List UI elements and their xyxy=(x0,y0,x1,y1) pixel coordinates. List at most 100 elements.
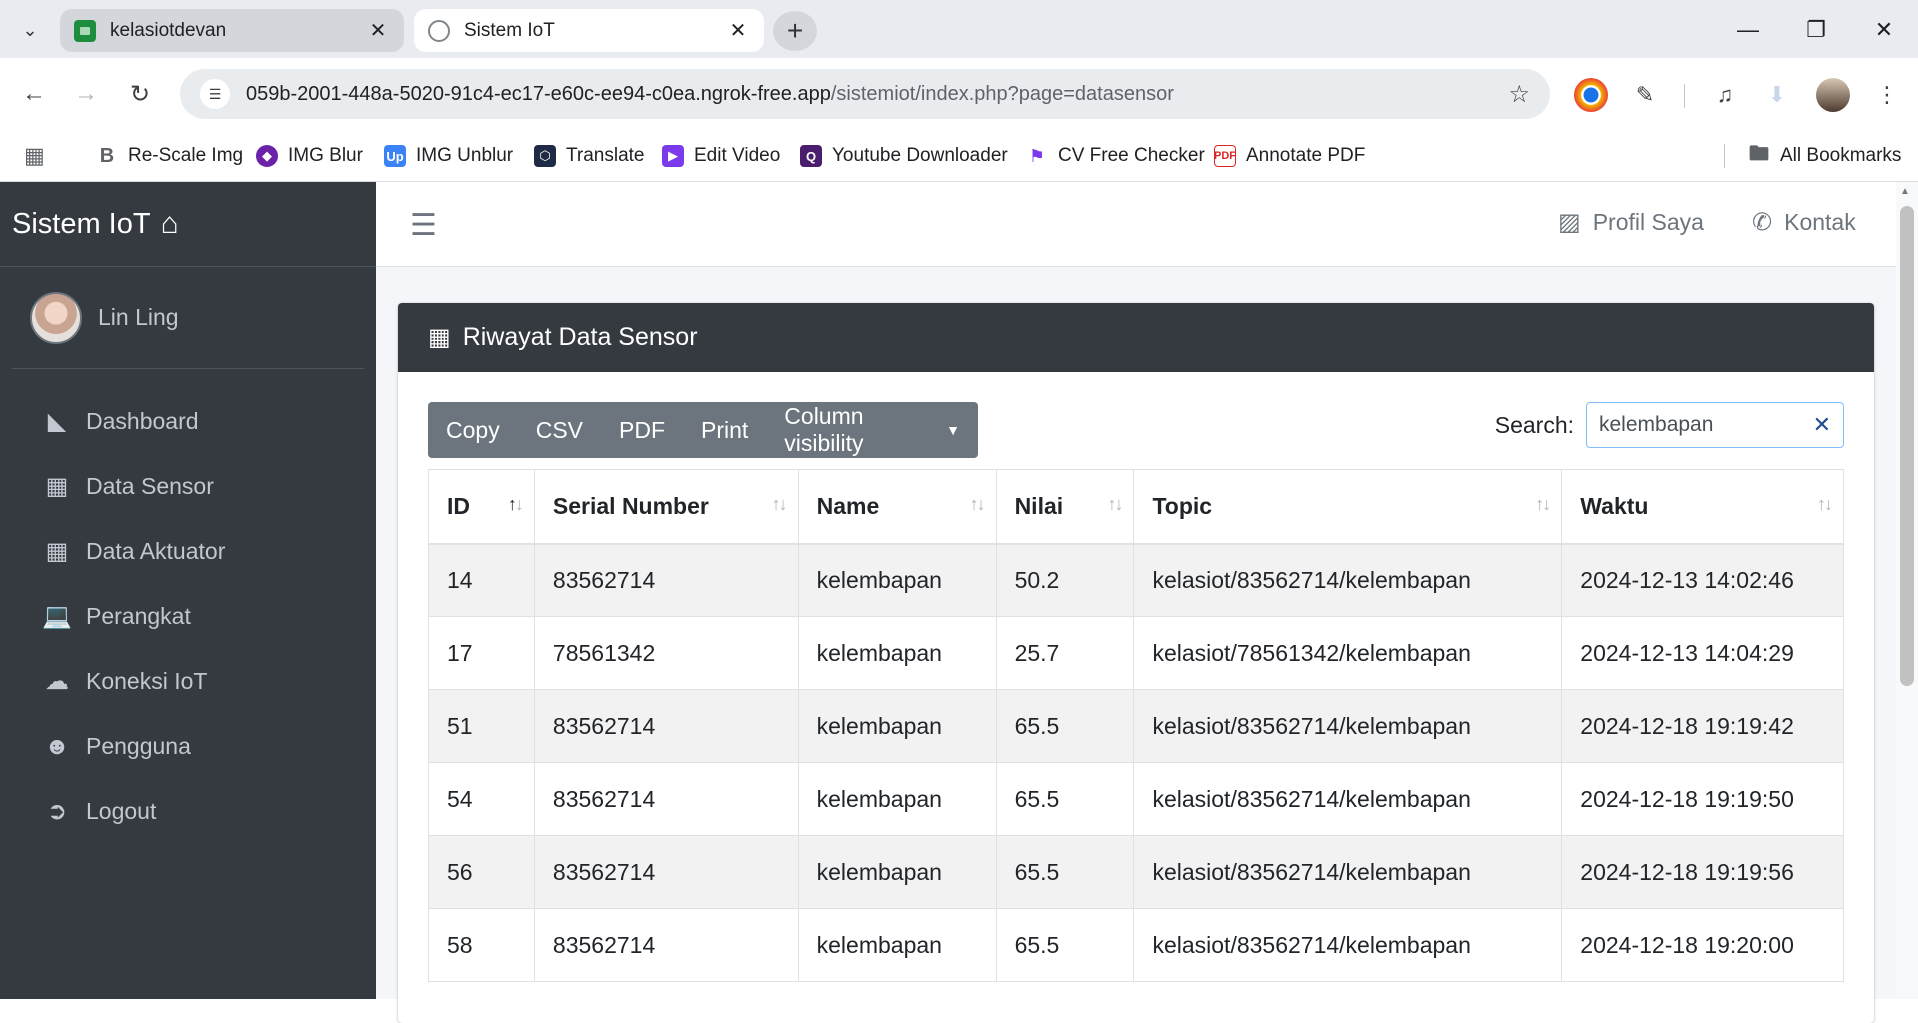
cell-nilai: 65.5 xyxy=(995,762,1135,836)
bookmark-label: IMG Unblur xyxy=(416,145,514,166)
column-header-waktu[interactable]: Waktu ↑↓ xyxy=(1561,469,1844,545)
close-tab-icon[interactable]: ✕ xyxy=(366,18,390,43)
grid-icon: ▦ xyxy=(428,324,451,351)
tab-title: Sistem IoT xyxy=(464,19,555,41)
sidebar-item-label: Koneksi IoT xyxy=(86,668,208,694)
media-control-icon[interactable]: ♫ xyxy=(1708,78,1742,112)
sidebar-item-koneksi-iot[interactable]: ☁ Koneksi IoT xyxy=(0,649,376,714)
column-visibility-button[interactable]: Column visibility ▼ xyxy=(766,402,978,458)
sidebar-item-data-aktuator[interactable]: ▦ Data Aktuator xyxy=(0,519,376,584)
globe-icon xyxy=(428,19,450,42)
table-row: 51 83562714 kelembapan 65.5 kelasiot/835… xyxy=(428,689,1844,763)
print-button[interactable]: Print xyxy=(683,402,766,458)
brand-link[interactable]: Sistem IoT ⌂ xyxy=(0,182,376,267)
back-arrow-icon[interactable]: ← xyxy=(14,74,54,114)
scroll-up-arrow-icon[interactable]: ▲ xyxy=(1900,186,1910,197)
bookmark-star-icon[interactable]: ☆ xyxy=(1508,80,1530,109)
cell-id: 54 xyxy=(428,762,535,836)
search-input[interactable]: kelembapan ✕ xyxy=(1586,402,1844,448)
cell-name: kelembapan xyxy=(797,908,997,982)
reload-icon[interactable]: ↻ xyxy=(120,74,160,114)
profile-link[interactable]: ▨ Profil Saya xyxy=(1558,208,1704,237)
rescale-icon: B xyxy=(96,145,118,167)
minimize-icon[interactable]: — xyxy=(1720,10,1776,50)
sort-asc-icon: ↑↓ xyxy=(507,494,524,514)
toolbar-divider xyxy=(1684,84,1685,108)
csv-button[interactable]: CSV xyxy=(518,402,601,458)
bookmark-edit-video[interactable]: ▶ Edit Video xyxy=(662,142,780,170)
bookmark-label: Annotate PDF xyxy=(1246,145,1366,166)
cell-topic: kelasiot/83562714/kelembapan xyxy=(1133,543,1563,617)
browser-tab-kelasiotdevan[interactable]: kelasiotdevan ✕ xyxy=(60,9,404,52)
sidebar-item-pengguna[interactable]: ☻ Pengguna xyxy=(0,714,376,779)
bookmark-img-unblur[interactable]: Up IMG Unblur xyxy=(384,142,513,170)
cell-serial-number: 83562714 xyxy=(533,543,799,617)
user-name[interactable]: Lin Ling xyxy=(98,304,179,331)
cell-id: 51 xyxy=(428,689,535,763)
sidebar-item-label: Data Aktuator xyxy=(86,538,226,564)
cell-serial-number: 83562714 xyxy=(533,762,799,836)
cell-waktu: 2024-12-18 19:19:50 xyxy=(1561,762,1844,836)
column-header-label: Serial Number xyxy=(552,492,709,519)
download-icon[interactable]: ⬇ xyxy=(1760,78,1794,112)
column-header-name[interactable]: Name ↑↓ xyxy=(797,469,997,545)
forward-arrow-icon[interactable]: → xyxy=(66,74,106,114)
tab-search-chevron-icon[interactable]: ⌄ xyxy=(14,14,46,46)
restore-icon[interactable]: ❐ xyxy=(1788,10,1844,50)
address-bar[interactable]: ☰ 059b-2001-448a-5020-91c4-ec17-e60c-ee9… xyxy=(180,69,1550,119)
sort-icon: ↑↓ xyxy=(1107,494,1123,514)
table-body: 14 83562714 kelembapan 50.2 kelasiot/835… xyxy=(428,543,1844,982)
contact-link[interactable]: ✆ Kontak xyxy=(1752,208,1856,237)
scrollbar-thumb[interactable] xyxy=(1900,206,1914,686)
column-header-topic[interactable]: Topic ↑↓ xyxy=(1133,469,1563,545)
cell-id: 14 xyxy=(428,543,535,617)
column-header-id[interactable]: ID ↑↓ xyxy=(428,469,535,545)
column-header-label: Nilai xyxy=(1014,492,1064,519)
bookmark-re-scale-img[interactable]: B Re-Scale Img xyxy=(96,142,243,170)
column-header-serial-number[interactable]: Serial Number ↑↓ xyxy=(533,469,799,545)
bookmark-img-blur[interactable]: ◆ IMG Blur xyxy=(256,142,363,170)
copy-button[interactable]: Copy xyxy=(428,402,518,458)
all-bookmarks-button[interactable]: 🖿 All Bookmarks xyxy=(1748,142,1901,170)
cell-nilai: 65.5 xyxy=(995,908,1135,982)
sidebar-item-logout[interactable]: ➲ Logout xyxy=(0,779,376,844)
pdf-button[interactable]: PDF xyxy=(601,402,683,458)
site-settings-icon[interactable]: ☰ xyxy=(200,79,230,109)
new-tab-plus-icon[interactable]: + xyxy=(773,11,817,51)
cell-nilai: 65.5 xyxy=(995,689,1135,763)
edit-video-icon: ▶ xyxy=(662,145,684,167)
cell-nilai: 25.7 xyxy=(995,616,1135,690)
table-row: 17 78561342 kelembapan 25.7 kelasiot/785… xyxy=(428,616,1844,690)
sidebar-nav: ◣ Dashboard ▦ Data Sensor ▦ Data Aktuato… xyxy=(0,389,376,844)
column-header-nilai[interactable]: Nilai ↑↓ xyxy=(995,469,1135,545)
sign-out-icon: ➲ xyxy=(46,798,68,825)
profile-avatar-icon[interactable] xyxy=(1816,78,1850,112)
cell-serial-number: 83562714 xyxy=(533,689,799,763)
hamburger-menu-icon[interactable]: ☰ xyxy=(410,208,437,243)
browser-tab-sistem-iot[interactable]: Sistem IoT ✕ xyxy=(414,9,764,52)
apps-grid-icon[interactable]: ▦ xyxy=(24,142,45,170)
extensions-puzzle-icon[interactable]: ✎ xyxy=(1628,78,1662,112)
page-scrollbar[interactable]: ▲ xyxy=(1896,182,1918,999)
cell-waktu: 2024-12-13 14:04:29 xyxy=(1561,616,1844,690)
cell-id: 56 xyxy=(428,835,535,909)
cell-waktu: 2024-12-18 19:20:00 xyxy=(1561,908,1844,982)
sidebar-item-perangkat[interactable]: 💻 Perangkat xyxy=(0,584,376,649)
sidebar-item-dashboard[interactable]: ◣ Dashboard xyxy=(0,389,376,454)
clear-search-icon[interactable]: ✕ xyxy=(1813,412,1831,438)
sidebar-item-label: Pengguna xyxy=(86,733,191,759)
chrome-extension-icon[interactable] xyxy=(1574,78,1608,112)
export-button-group: Copy CSV PDF Print Column visibility ▼ xyxy=(428,402,978,458)
close-tab-icon[interactable]: ✕ xyxy=(726,18,750,43)
bookmark-cv-free-checker[interactable]: ⚑ CV Free Checker xyxy=(1026,142,1205,170)
bookmarks-bar: ▦ B Re-Scale Img ◆ IMG Blur Up IMG Unblu… xyxy=(0,130,1918,182)
more-menu-icon[interactable]: ⋮ xyxy=(1870,78,1904,112)
bookmark-translate[interactable]: ⬡ Translate xyxy=(534,142,645,170)
img-unblur-icon: Up xyxy=(384,145,406,167)
sidebar-item-data-sensor[interactable]: ▦ Data Sensor xyxy=(0,454,376,519)
window-close-icon[interactable]: ✕ xyxy=(1856,10,1912,50)
bookmark-label: IMG Blur xyxy=(288,145,363,166)
bookmark-label: Youtube Downloader xyxy=(832,145,1008,166)
bookmark-youtube-downloader[interactable]: Q Youtube Downloader xyxy=(800,142,1008,170)
bookmark-annotate-pdf[interactable]: PDF Annotate PDF xyxy=(1214,142,1365,170)
